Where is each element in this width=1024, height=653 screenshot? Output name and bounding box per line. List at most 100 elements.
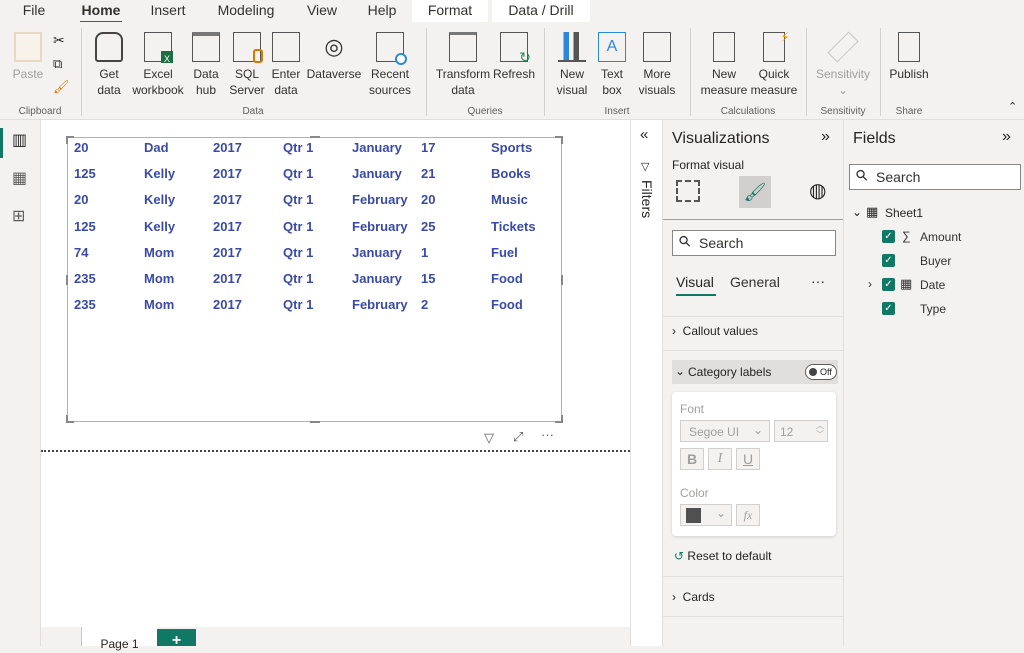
tab-general[interactable]: General <box>730 274 780 290</box>
checkbox-date[interactable]: ✓ <box>882 278 895 291</box>
fields-pane: Fields » Search ⌄ ▦ Sheet1 ✓ ∑ Amount ✓ … <box>843 120 1024 646</box>
publish-button[interactable]: Publish <box>886 32 932 82</box>
format-painter-icon[interactable]: 🖌 <box>53 79 70 95</box>
collapse-icon[interactable]: » <box>821 128 830 146</box>
label: More <box>643 67 671 81</box>
tab-modeling[interactable]: Modeling <box>212 0 280 22</box>
filters-label: Filters <box>639 180 655 219</box>
chevron-down-icon[interactable]: ⌄ <box>852 205 862 219</box>
font-size-stepper[interactable]: 12 ︿ ﹀ <box>774 420 828 442</box>
more-visuals-button[interactable]: More visuals <box>632 32 682 98</box>
table-row[interactable]: 20 Kelly 2017 Qtr 1 February 20 Music <box>68 192 561 212</box>
table-row[interactable]: 125 Kelly 2017 Qtr 1 February 25 Tickets <box>68 219 561 239</box>
paste-label: Paste <box>12 67 44 81</box>
cell-quarter: Qtr 1 <box>283 297 314 313</box>
data-hub-button[interactable]: Data hub <box>188 32 224 98</box>
paste-button[interactable]: Paste <box>10 32 46 82</box>
enter-data-button[interactable]: Enter data <box>268 32 304 98</box>
copy-icon[interactable]: ⧉ <box>53 56 62 72</box>
quick-measure-button[interactable]: ⚡ Quick measure <box>750 29 798 98</box>
collapse-icon[interactable]: » <box>1002 128 1011 146</box>
color-swatch <box>686 508 701 523</box>
category-labels-toggle[interactable]: Off <box>805 364 837 380</box>
field-buyer[interactable]: Buyer <box>920 254 951 268</box>
get-data-button[interactable]: Get data <box>88 32 130 98</box>
new-measure-button[interactable]: New measure <box>698 32 750 98</box>
more-visuals-icon <box>643 32 671 62</box>
tab-file[interactable]: File <box>14 0 54 22</box>
table-sheet1[interactable]: Sheet1 <box>885 206 923 220</box>
callout-values-section[interactable]: › Callout values <box>672 324 758 338</box>
recent-sources-button[interactable]: Recent sources <box>362 32 418 98</box>
italic-button[interactable]: I <box>708 448 732 470</box>
reset-to-default-button[interactable]: ↺ Reset to default <box>674 549 771 563</box>
checkbox-type[interactable]: ✓ <box>882 302 895 315</box>
bold-button[interactable]: B <box>680 448 704 470</box>
viz-search-input[interactable]: Search <box>672 230 836 256</box>
build-visual-icon[interactable] <box>676 180 700 202</box>
tab-home[interactable]: Home <box>78 0 124 24</box>
sigma-icon: ∑ <box>902 229 911 243</box>
new-visual-button[interactable]: New visual <box>552 32 592 98</box>
filters-pane-collapsed[interactable]: « ▽ Filters <box>630 120 662 646</box>
transform-data-button[interactable]: Transform data <box>434 32 492 98</box>
field-type[interactable]: Type <box>920 302 946 316</box>
dataverse-button[interactable]: ◎ Dataverse <box>306 32 362 82</box>
fx-button[interactable]: fx <box>736 504 760 526</box>
tab-data-drill[interactable]: Data / Drill <box>492 0 590 22</box>
table-row[interactable]: 125 Kelly 2017 Qtr 1 January 21 Books <box>68 166 561 186</box>
model-view-icon[interactable]: ⊞ <box>12 206 25 226</box>
cell-year: 2017 <box>213 244 242 260</box>
tab-visual[interactable]: Visual <box>676 274 714 290</box>
font-family-dropdown[interactable]: Segoe UI ⌄ <box>680 420 770 442</box>
category-labels-section[interactable]: ⌄ Category labels Off <box>672 360 838 384</box>
underline-button[interactable]: U <box>736 448 760 470</box>
cut-icon[interactable]: ✂ <box>53 32 65 49</box>
fields-search-input[interactable]: Search <box>849 164 1021 190</box>
field-amount[interactable]: Amount <box>920 230 961 244</box>
label: Dataverse <box>306 67 362 81</box>
tab-insert[interactable]: Insert <box>143 0 193 22</box>
chevron-right-icon[interactable]: › <box>868 277 872 291</box>
cell-buyer: Mom <box>144 244 175 260</box>
cell-month: January <box>352 271 402 286</box>
table-visual[interactable]: 20 Dad 2017 Qtr 1 January 17 Sports 125 Kelly 201… <box>66 136 563 423</box>
reset-label: Reset to default <box>687 549 772 563</box>
checkbox-amount[interactable]: ✓ <box>882 230 895 243</box>
add-page-button[interactable]: + <box>157 629 196 649</box>
cards-section[interactable]: › Cards <box>672 590 715 604</box>
tab-format[interactable]: Format <box>412 0 488 22</box>
table-view-icon[interactable]: ▦ <box>12 168 27 188</box>
collapse-ribbon-icon[interactable]: ⌃ <box>1008 100 1017 113</box>
checkbox-buyer[interactable]: ✓ <box>882 254 895 267</box>
table-row[interactable]: 74 Mom 2017 Qtr 1 January 1 Fuel <box>68 245 561 265</box>
table-row[interactable]: 235 Mom 2017 Qtr 1 February 2 Food <box>68 297 561 317</box>
refresh-button[interactable]: ↻ Refresh <box>492 32 536 82</box>
sql-server-button[interactable]: SQL Server <box>228 32 266 98</box>
filter-icon[interactable]: ▽ <box>484 430 494 446</box>
focus-mode-icon[interactable]: ⤢ <box>513 429 523 445</box>
table-plus-icon <box>272 32 300 62</box>
chevron-down-icon: ⌄ <box>715 506 726 520</box>
cell-amount: 20 <box>74 192 89 208</box>
field-date[interactable]: Date <box>920 278 945 292</box>
table-row[interactable]: 235 Mom 2017 Qtr 1 January 15 Food <box>68 271 561 291</box>
tab-view[interactable]: View <box>301 0 343 22</box>
tab-help[interactable]: Help <box>362 0 402 22</box>
format-visual-icon[interactable]: 🖌 <box>739 176 771 208</box>
transform-icon <box>449 32 477 62</box>
sensitivity-button[interactable]: Sensitivity ⌄ <box>812 31 874 98</box>
quick-measure-icon: ⚡ <box>763 29 790 62</box>
expand-icon[interactable]: « <box>640 126 648 143</box>
table-row[interactable]: 20 Dad 2017 Qtr 1 January 17 Sports <box>68 140 561 160</box>
report-view-icon[interactable]: ▥ <box>12 130 27 150</box>
analytics-icon[interactable]: ◍ <box>809 178 826 203</box>
more-options-icon[interactable]: ··· <box>811 273 825 289</box>
cell-year: 2017 <box>213 192 242 208</box>
page-tab-page-1[interactable]: Page 1 <box>82 627 157 651</box>
color-picker[interactable]: ⌄ <box>680 504 732 526</box>
text-box-button[interactable]: A Text box <box>594 32 630 98</box>
more-options-icon[interactable]: ··· <box>541 427 554 442</box>
excel-workbook-button[interactable]: X Excel workbook <box>130 32 186 98</box>
bar-chart-icon <box>558 32 586 62</box>
